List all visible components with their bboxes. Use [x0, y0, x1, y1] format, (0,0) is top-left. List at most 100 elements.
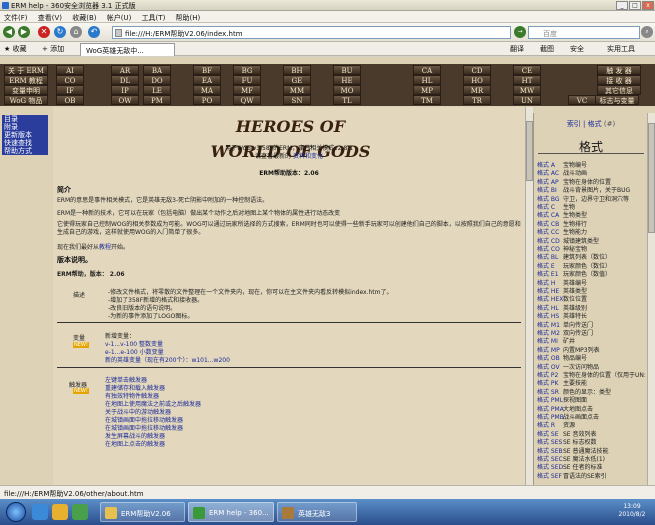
topmenu-cell[interactable]: UN	[513, 95, 541, 105]
format-item[interactable]: 格式 SEBSE 普通魔法技能	[537, 446, 645, 454]
format-code[interactable]: 格式 SES	[537, 437, 563, 445]
format-item[interactable]: 格式 CA 生物类型	[537, 210, 645, 218]
right-scrollbar[interactable]	[647, 113, 655, 485]
format-code[interactable]: 格式 PK	[537, 378, 563, 386]
format-code[interactable]: 格式 OB	[537, 353, 563, 361]
nav-quick-search[interactable]: 快速查找	[2, 139, 48, 147]
topmenu-cell[interactable]: BF	[193, 65, 221, 75]
security-button[interactable]: 安全	[570, 44, 584, 54]
main-scrollbar[interactable]	[525, 107, 533, 485]
topmenu-cell[interactable]: MR	[463, 85, 491, 95]
format-code[interactable]: 格式 AC	[537, 168, 563, 176]
format-item[interactable]: 格式 PMB战斗画面点击	[537, 412, 645, 420]
topmenu-cell[interactable]: BU	[333, 65, 361, 75]
maximize-button[interactable]: □	[629, 1, 641, 10]
topmenu-cell[interactable]: DL	[111, 75, 139, 85]
topmenu-cell[interactable]: QW	[233, 95, 261, 105]
nav-contents[interactable]: 目录	[2, 115, 48, 123]
format-code[interactable]: 格式 MI	[537, 336, 563, 344]
topmenu-cell[interactable]: BA	[143, 65, 171, 75]
format-item[interactable]: 格式 CO 神秘宝物	[537, 244, 645, 252]
task-erm-folder[interactable]: ERM帮助V2.06	[100, 502, 185, 522]
format-code[interactable]: 格式 A	[537, 160, 563, 168]
format-item[interactable]: 格式 A 宝物编号	[537, 160, 645, 168]
add-favorite-button[interactable]: + 添加	[42, 44, 64, 54]
format-code[interactable]: 格式 PML	[537, 395, 563, 403]
topmenu-cell[interactable]: WoG 物品	[4, 95, 48, 105]
topmenu-cell[interactable]: IF	[56, 85, 84, 95]
format-item[interactable]: 格式 PMA大地图点击	[537, 404, 645, 412]
format-item[interactable]: 格式 CB 生物排行	[537, 219, 645, 227]
format-item[interactable]: 格式 M2 双向传送门	[537, 328, 645, 336]
format-item[interactable]: 格式 SECSE 魔法水低(1)	[537, 454, 645, 462]
format-code[interactable]: 格式 CA	[537, 210, 563, 218]
home-icon[interactable]: ⌂	[70, 26, 82, 38]
format-item[interactable]: 格式 BI 战斗背景图片，关于BUG	[537, 185, 645, 193]
format-code[interactable]: 格式 PMB	[537, 412, 564, 420]
format-code[interactable]: 格式 E1	[537, 269, 563, 277]
format-code[interactable]: 格式 BI	[537, 185, 563, 193]
format-item[interactable]: 格式 M1 单向传送门	[537, 320, 645, 328]
topmenu-cell[interactable]: VC	[568, 95, 596, 105]
format-item[interactable]: 格式 SEF冒语法的SE索引	[537, 471, 645, 479]
format-item[interactable]: 格式 C 生物	[537, 202, 645, 210]
format-item[interactable]: 格式 E1 玩家颜色（数值）	[537, 269, 645, 277]
format-item[interactable]: 格式 E 玩家颜色（数位）	[537, 261, 645, 269]
minimize-button[interactable]: _	[616, 1, 628, 10]
format-item[interactable]: 格式 H 英雄编号	[537, 278, 645, 286]
refresh-icon[interactable]: ↻	[54, 26, 66, 38]
topmenu-cell[interactable]: CO	[56, 75, 84, 85]
topmenu-cell[interactable]: IP	[111, 85, 139, 95]
format-code[interactable]: 格式 H	[537, 278, 563, 286]
topmenu-cell[interactable]: EA	[193, 75, 221, 85]
topmenu-cell[interactable]: 接 收 器	[597, 75, 641, 85]
go-icon[interactable]: →	[514, 26, 526, 38]
menu-favorites[interactable]: 收藏(B)	[68, 11, 100, 23]
format-code[interactable]: 格式 C	[537, 202, 563, 210]
format-code[interactable]: 格式 MP	[537, 345, 563, 353]
translate-button[interactable]: 翻译	[510, 44, 524, 54]
topmenu-cell[interactable]: HE	[333, 75, 361, 85]
topmenu-cell[interactable]: 变量申明	[4, 85, 48, 95]
format-code[interactable]: 格式 CB	[537, 219, 563, 227]
format-code[interactable]: 格式 SEF	[537, 471, 563, 479]
media-icon[interactable]	[72, 504, 88, 520]
format-code[interactable]: 格式 HS	[537, 311, 563, 319]
undo-icon[interactable]: ↶	[88, 26, 100, 38]
format-code[interactable]: 格式 CC	[537, 227, 563, 235]
back-icon[interactable]: ◀	[3, 26, 15, 38]
format-code[interactable]: 格式 E	[537, 261, 563, 269]
task-erm-help[interactable]: ERM help - 360...	[188, 502, 274, 522]
topmenu-cell[interactable]: BH	[283, 65, 311, 75]
format-item[interactable]: 格式 OV 一次访问物品	[537, 362, 645, 370]
topmenu-cell[interactable]: MM	[283, 85, 311, 95]
topmenu-cell[interactable]: ERM 教程	[4, 75, 48, 85]
changes-link[interactable]: 资料和变化	[293, 153, 323, 160]
topmenu-cell[interactable]: FU	[233, 75, 261, 85]
format-item[interactable]: 格式 BL 建筑列表（数位）	[537, 252, 645, 260]
menu-view[interactable]: 查看(V)	[34, 11, 66, 23]
format-item[interactable]: 格式 CC 生物能力	[537, 227, 645, 235]
format-item[interactable]: 格式 SEDSE 任者的标准	[537, 462, 645, 470]
format-code[interactable]: 格式 PMA	[537, 404, 564, 412]
topmenu-cell[interactable]: HL	[413, 75, 441, 85]
topmenu-cell[interactable]: OB	[56, 95, 84, 105]
topmenu-cell[interactable]: MP	[413, 85, 441, 95]
format-code[interactable]: 格式 SED	[537, 462, 563, 470]
menu-file[interactable]: 文件(F)	[0, 11, 32, 23]
format-code[interactable]: 格式 HE	[537, 286, 563, 294]
format-item[interactable]: 格式 R 资源	[537, 420, 645, 428]
topmenu-cell[interactable]: MW	[513, 85, 541, 95]
format-code[interactable]: 格式 SE	[537, 429, 563, 437]
nav-updates[interactable]: 更新版本	[2, 131, 48, 139]
topmenu-cell[interactable]: DO	[143, 75, 171, 85]
stop-icon[interactable]: ✕	[38, 26, 50, 38]
topmenu-cell[interactable]: HO	[463, 75, 491, 85]
menu-tools[interactable]: 工具(T)	[138, 11, 170, 23]
topmenu-cell[interactable]: LE	[143, 85, 171, 95]
scroll-thumb[interactable]	[648, 123, 655, 233]
forward-icon[interactable]: ▶	[18, 26, 30, 38]
topmenu-cell[interactable]: PO	[193, 95, 221, 105]
format-code[interactable]: 格式 OV	[537, 362, 563, 370]
address-bar[interactable]: file:///H:/ERM帮助V2.06/index.htm	[112, 26, 511, 39]
